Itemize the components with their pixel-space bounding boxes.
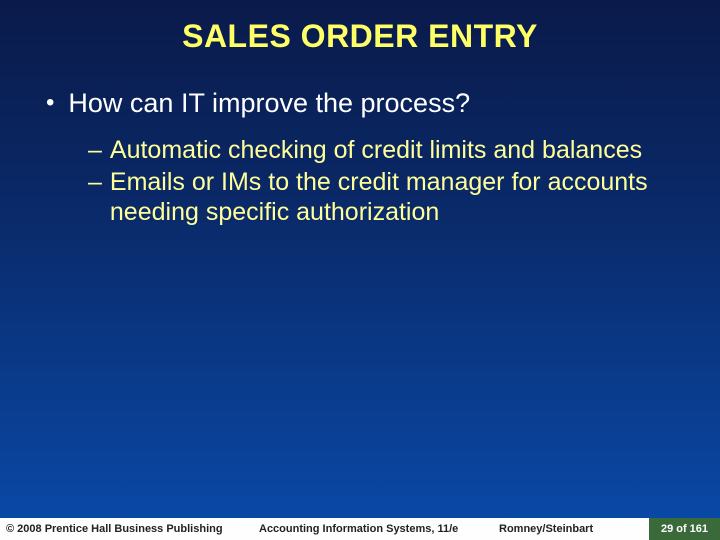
slide-footer: © 2008 Prentice Hall Business Publishing… xyxy=(0,518,720,540)
slide: SALES ORDER ENTRY • How can IT improve t… xyxy=(0,0,720,540)
bullet-level1-text: How can IT improve the process? xyxy=(68,87,470,121)
footer-page-number: 29 of 161 xyxy=(649,518,720,540)
footer-authors: Romney/Steinbart xyxy=(479,518,649,540)
bullet-dot-icon: • xyxy=(46,87,54,121)
bullet-level2-text: Emails or IMs to the credit manager for … xyxy=(110,167,680,227)
bullet-dash-icon: – xyxy=(88,135,102,165)
slide-content: • How can IT improve the process? – Auto… xyxy=(0,67,720,227)
bullet-dash-icon: – xyxy=(88,167,102,227)
footer-book: Accounting Information Systems, 11/e xyxy=(247,518,479,540)
bullet-level2: – Emails or IMs to the credit manager fo… xyxy=(88,167,680,227)
slide-title: SALES ORDER ENTRY xyxy=(0,0,720,67)
bullet-level2: – Automatic checking of credit limits an… xyxy=(88,135,680,165)
bullet-level1: • How can IT improve the process? xyxy=(40,87,680,121)
bullet-level2-text: Automatic checking of credit limits and … xyxy=(110,135,642,165)
footer-copyright: © 2008 Prentice Hall Business Publishing xyxy=(0,518,247,540)
